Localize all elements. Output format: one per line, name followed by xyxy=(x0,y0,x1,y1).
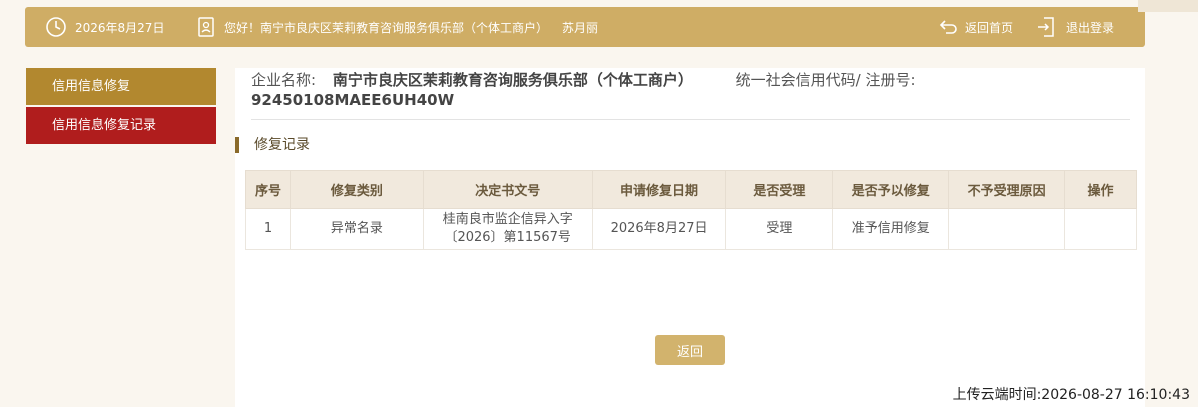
date-text: 2026年8月27日 xyxy=(75,20,165,35)
header-decision-number: 决定书文号 xyxy=(422,170,593,209)
section-title: 修复记录 xyxy=(235,137,310,153)
sidebar-item-credit-repair[interactable]: 信用信息修复 xyxy=(26,68,216,105)
home-label: 返回首页 xyxy=(965,20,1014,35)
cell-action xyxy=(1064,208,1137,250)
divider xyxy=(251,119,1130,120)
header-repaired: 是否予以修复 xyxy=(832,170,950,209)
logout-link[interactable]: 退出登录 xyxy=(1036,7,1114,47)
cell-apply-date: 2026年8月27日 xyxy=(591,208,727,250)
cell-index: 1 xyxy=(245,208,291,250)
upload-time: 上传云端时间:2026-08-27 16:10:43 xyxy=(952,387,1190,403)
company-name: 南宁市良庆区茉莉教育咨询服务俱乐部（个体工商户） xyxy=(332,71,693,89)
main-panel: 企业名称: 南宁市良庆区茉莉教育咨询服务俱乐部（个体工商户） 统一社会信用代码/… xyxy=(235,68,1145,407)
logout-icon xyxy=(1036,16,1056,38)
cell-accepted: 受理 xyxy=(725,208,834,250)
table-row: 1 异常名录 桂南良市监企信异入字〔2026〕第11567号 2026年8月27… xyxy=(245,208,1137,250)
header-action: 操作 xyxy=(1064,170,1137,209)
cell-category: 异常名录 xyxy=(289,208,424,250)
cell-decision-number: 桂南良市监企信异入字〔2026〕第11567号 xyxy=(422,208,593,250)
user-name: 苏月丽 xyxy=(562,20,599,35)
credit-code-label: 统一社会信用代码/ 注册号: xyxy=(735,71,916,89)
records-table: 序号 修复类别 决定书文号 申请修复日期 是否受理 是否予以修复 不予受理原因 … xyxy=(245,170,1137,250)
header-category: 修复类别 xyxy=(289,170,424,209)
sidebar-item-repair-records[interactable]: 信用信息修复记录 xyxy=(26,107,216,144)
header-apply-date: 申请修复日期 xyxy=(591,170,727,209)
credit-code: 92450108MAEE6UH40W xyxy=(251,91,455,109)
badge-icon xyxy=(197,16,215,38)
logout-label: 退出登录 xyxy=(1066,20,1115,35)
header-index: 序号 xyxy=(245,170,291,209)
home-link[interactable]: 返回首页 xyxy=(939,7,1013,47)
table-header-row: 序号 修复类别 决定书文号 申请修复日期 是否受理 是否予以修复 不予受理原因 … xyxy=(245,170,1137,209)
company-name-label: 企业名称: xyxy=(251,71,317,89)
company-info: 企业名称: 南宁市良庆区茉莉教育咨询服务俱乐部（个体工商户） 统一社会信用代码/… xyxy=(251,70,1131,110)
greeting-text: 您好！南宁市良庆区茉莉教育咨询服务俱乐部（个体工商户） xyxy=(224,20,549,35)
back-button[interactable]: 返回 xyxy=(655,335,725,365)
header-accepted: 是否受理 xyxy=(725,170,834,209)
date-display: 2026年8月27日 xyxy=(45,7,164,47)
return-arrow-icon xyxy=(939,18,959,36)
sidebar: 信用信息修复 信用信息修复记录 xyxy=(26,68,216,146)
cell-reject-reason xyxy=(948,208,1066,250)
cell-repaired: 准予信用修复 xyxy=(832,208,950,250)
corner-decoration xyxy=(1138,0,1198,12)
top-bar: 2026年8月27日 您好！南宁市良庆区茉莉教育咨询服务俱乐部（个体工商户） 苏… xyxy=(25,7,1145,47)
header-reject-reason: 不予受理原因 xyxy=(948,170,1066,209)
clock-icon xyxy=(45,16,67,38)
greeting: 您好！南宁市良庆区茉莉教育咨询服务俱乐部（个体工商户） 苏月丽 xyxy=(197,7,598,47)
